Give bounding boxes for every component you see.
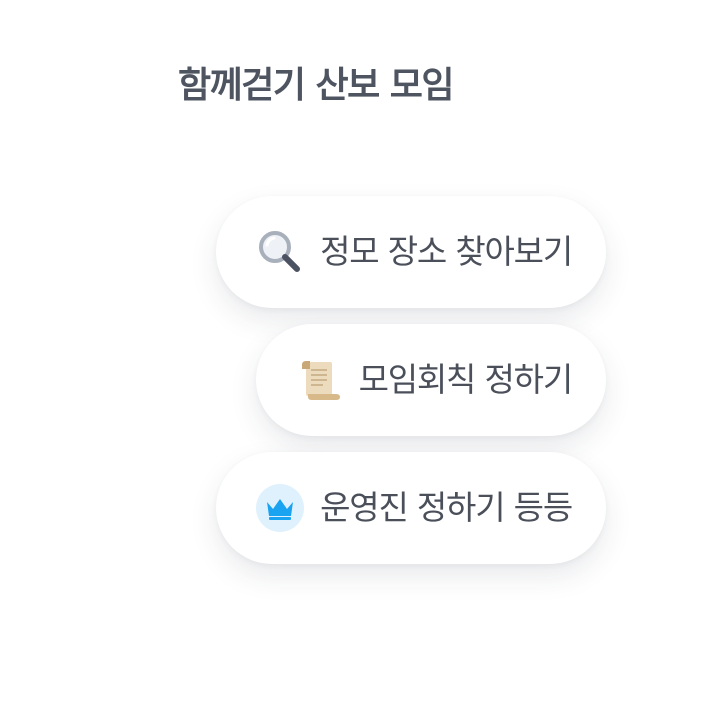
page-title: 함께걷기 산보 모임 [178, 65, 455, 106]
choose-staff-label: 운영진 정하기 등등 [320, 488, 573, 527]
set-group-rules-label: 모임회칙 정하기 [358, 360, 574, 399]
magnifier-icon [256, 228, 304, 276]
set-group-rules-button[interactable]: 모임회칙 정하기 [256, 324, 606, 436]
choose-staff-button[interactable]: 운영진 정하기 등등 [216, 452, 606, 564]
crown-icon [256, 484, 305, 532]
feature-card: 함께걷기 산보 모임 정모 장소 찾아보기 모임회칙 정하기 운영진 정하기 등… [0, 0, 720, 708]
scroll-icon [295, 356, 343, 404]
find-meeting-place-button[interactable]: 정모 장소 찾아보기 [216, 196, 606, 308]
find-meeting-place-label: 정모 장소 찾아보기 [320, 232, 573, 271]
